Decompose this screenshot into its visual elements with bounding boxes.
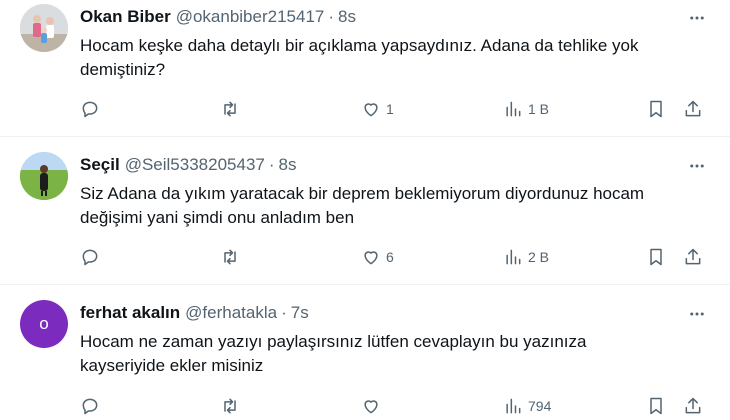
tweet-text: Siz Adana da yıkım yaratacak bir deprem … (80, 182, 710, 230)
like-count: 6 (386, 249, 394, 265)
timestamp[interactable]: 8s (279, 155, 297, 174)
reply-icon (82, 398, 98, 415)
display-name[interactable]: ferhat akalın (80, 303, 180, 322)
retweet-icon (224, 249, 236, 265)
heart-icon (364, 251, 378, 265)
views-button[interactable]: 1 B (503, 96, 549, 122)
timestamp[interactable]: 8s (338, 7, 356, 26)
bookmark-icon (650, 397, 662, 415)
tweet-text-line: Siz Adana da yıkım yaratacak bir deprem … (80, 184, 645, 203)
avatar[interactable]: o (20, 300, 68, 348)
separator-dot: · (268, 155, 275, 174)
user-handle[interactable]: @ferhatakla (185, 303, 277, 322)
like-button[interactable]: 6 (361, 244, 394, 270)
views-count: 2 B (528, 249, 550, 265)
avatar[interactable] (20, 4, 68, 52)
heart-icon (364, 103, 378, 117)
reply-feed: Okan Biber @okanbiber215417 · 8s Hocam keşk… (0, 0, 730, 420)
share-button[interactable] (683, 96, 703, 122)
more-options-icon[interactable] (688, 9, 706, 27)
retweet-button[interactable] (220, 244, 245, 270)
bookmark-icon (650, 248, 662, 266)
views-count: 1 B (528, 101, 550, 117)
tweet-text-line: Hocam ne zaman yazıyı paylaşırsınız lütf… (80, 332, 587, 351)
like-button[interactable] (361, 393, 386, 419)
bookmark-button[interactable] (646, 393, 666, 419)
user-handle[interactable]: @Seil5338205437 (125, 155, 265, 174)
reply-icon (82, 101, 98, 118)
action-bar: 1 1 B (0, 96, 730, 122)
views-icon (506, 398, 521, 414)
bookmark-button[interactable] (646, 244, 666, 270)
display-name[interactable]: Seçil (80, 155, 120, 174)
like-button[interactable]: 1 (361, 96, 394, 122)
avatar[interactable] (20, 152, 68, 200)
share-icon (685, 397, 701, 414)
tweet-header: Seçil @Seil5338205437 · 8s (80, 154, 297, 176)
retweet-button[interactable] (220, 96, 245, 122)
retweet-icon (224, 101, 236, 117)
tweet-text: Hocam keşke daha detaylı bir açıklama ya… (80, 34, 710, 82)
views-icon (506, 249, 521, 265)
reply-icon (82, 249, 98, 266)
share-icon (685, 100, 701, 117)
reply-button[interactable] (80, 96, 105, 122)
like-count: 1 (386, 101, 394, 117)
display-name[interactable]: Okan Biber (80, 7, 171, 26)
tweet-text-line: değişimi yani şimdi onu anladım ben (80, 208, 355, 227)
share-icon (685, 248, 701, 265)
tweet-header: Okan Biber @okanbiber215417 · 8s (80, 6, 356, 28)
retweet-button[interactable] (220, 393, 245, 419)
views-count: 794 (528, 398, 552, 414)
separator-dot: · (328, 7, 335, 26)
user-handle[interactable]: @okanbiber215417 (176, 7, 325, 26)
tweet-text-line: demiştiniz? (80, 60, 166, 79)
heart-icon (364, 400, 378, 414)
share-button[interactable] (683, 244, 703, 270)
tweet-text-line: Hocam keşke daha detaylı bir açıklama ya… (80, 36, 639, 55)
more-options-icon[interactable] (688, 305, 706, 323)
share-button[interactable] (683, 393, 703, 419)
tweet-text-line: kayseriyide ekler misiniz (80, 356, 264, 375)
avatar-photo-icon (20, 152, 68, 200)
reply-button[interactable] (80, 393, 105, 419)
more-options-icon[interactable] (688, 157, 706, 175)
timestamp[interactable]: 7s (291, 303, 309, 322)
views-button[interactable]: 794 (503, 393, 551, 419)
action-bar: 794 (0, 393, 730, 419)
bookmark-icon (650, 100, 662, 118)
reply-button[interactable] (80, 244, 105, 270)
action-bar: 6 2 B (0, 244, 730, 270)
retweet-icon (224, 398, 236, 414)
avatar-photo-icon (20, 4, 68, 52)
tweet-text: Hocam ne zaman yazıyı paylaşırsınız lütf… (80, 330, 710, 378)
bookmark-button[interactable] (646, 96, 666, 122)
views-icon (506, 101, 521, 117)
tweet-header: ferhat akalın @ferhatakla · 7s (80, 302, 309, 324)
views-button[interactable]: 2 B (503, 244, 549, 270)
separator-dot: · (281, 303, 287, 322)
